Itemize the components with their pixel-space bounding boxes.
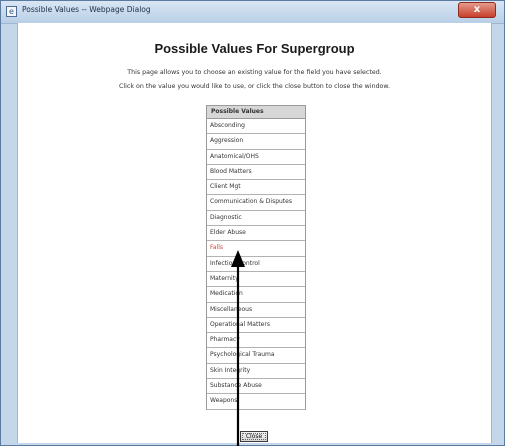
value-row-anatomical-ohs[interactable]: Anatomical/OHS	[207, 150, 305, 165]
value-row-falls[interactable]: Falls	[207, 241, 305, 257]
intro-text-line-2: Click on the value you would like to use…	[118, 83, 390, 90]
dialog-content: Possible Values For Supergroup This page…	[17, 23, 492, 443]
value-row-diagnostic[interactable]: Diagnostic	[207, 211, 305, 227]
value-row-skin-integrity[interactable]: Skin Integrity	[207, 364, 305, 380]
value-row-pharmacy[interactable]: Pharmacy	[207, 333, 305, 349]
close-button[interactable]: Close	[240, 431, 268, 442]
value-row-absconding[interactable]: Absconding	[207, 119, 305, 135]
value-row-operational-matters[interactable]: Operational Matters	[207, 318, 305, 334]
page-title: Possible Values For Supergroup	[154, 41, 355, 56]
value-row-maternity[interactable]: Maternity	[207, 272, 305, 288]
table-header: Possible Values	[207, 106, 305, 119]
window-close-button[interactable]: x	[458, 2, 496, 18]
value-row-elder-abuse[interactable]: Elder Abuse	[207, 226, 305, 242]
title-bar: e Possible Values -- Webpage Dialog x	[1, 1, 504, 24]
webpage-dialog-icon: e	[6, 6, 17, 17]
value-row-psychological-trauma[interactable]: Psychological Trauma	[207, 348, 305, 364]
value-row-miscellaneous[interactable]: Miscellaneous	[207, 303, 305, 318]
possible-values-table: Possible Values Absconding Aggression An…	[206, 105, 306, 410]
window-title: Possible Values -- Webpage Dialog	[22, 5, 151, 14]
value-row-infection-control[interactable]: Infection Control	[207, 257, 305, 272]
value-row-substance-abuse[interactable]: Substance Abuse	[207, 379, 305, 395]
value-row-client-mgt[interactable]: Client Mgt	[207, 180, 305, 196]
intro-text-line-1: This page allows you to choose an existi…	[127, 69, 382, 76]
dialog-window: e Possible Values -- Webpage Dialog x Po…	[0, 0, 505, 446]
value-row-blood-matters[interactable]: Blood Matters	[207, 165, 305, 181]
value-row-communication-disputes[interactable]: Communication & Disputes	[207, 195, 305, 211]
value-row-medication[interactable]: Medication	[207, 287, 305, 303]
value-row-aggression[interactable]: Aggression	[207, 134, 305, 150]
value-row-weapons[interactable]: Weapons	[207, 394, 305, 410]
